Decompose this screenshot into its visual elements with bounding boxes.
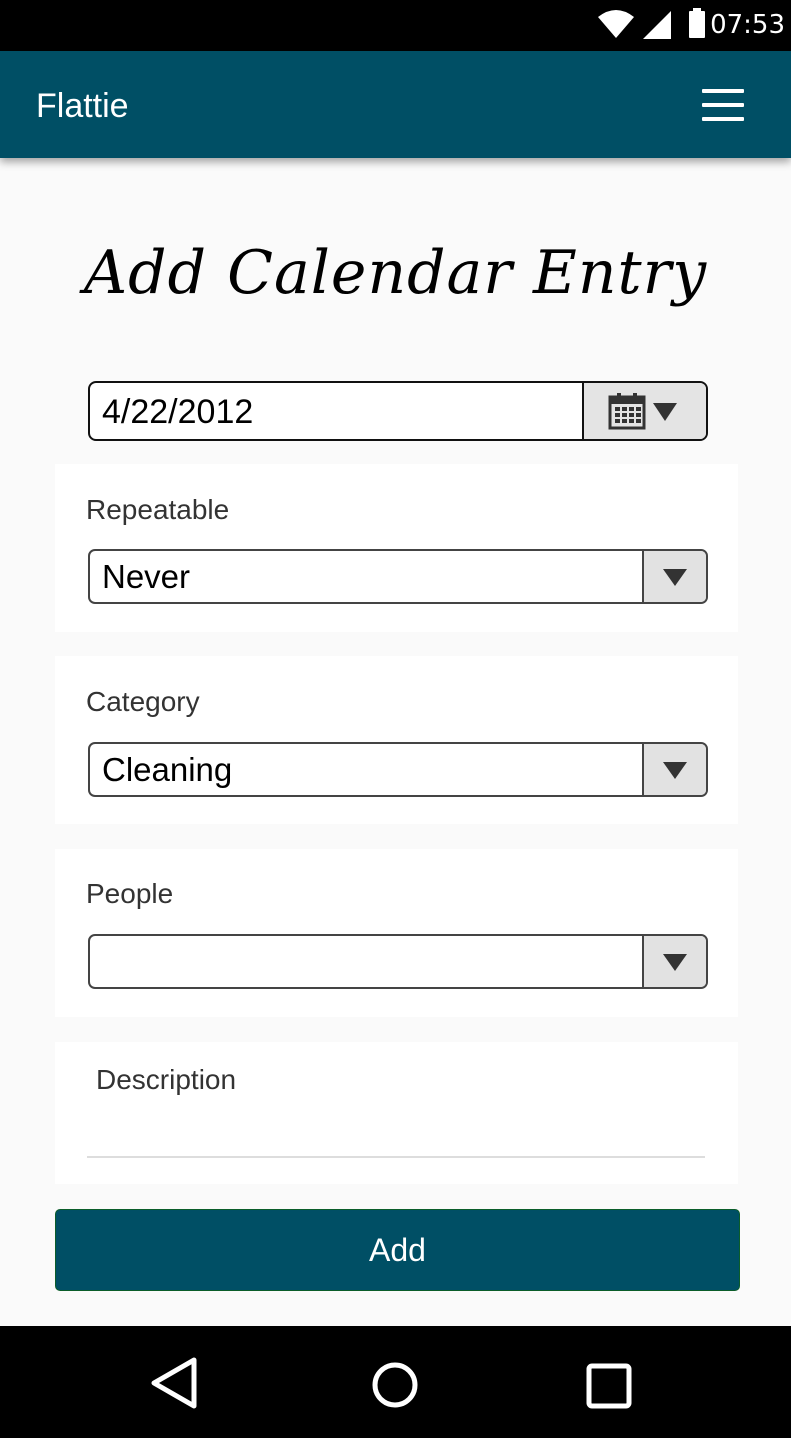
chevron-down-icon — [653, 403, 677, 421]
add-button[interactable]: Add — [55, 1209, 740, 1291]
page-title: Add Calendar Entry — [83, 238, 708, 308]
home-icon[interactable] — [371, 1361, 419, 1409]
people-select[interactable] — [88, 934, 708, 989]
status-bar: 07:53 — [0, 0, 791, 51]
description-input[interactable]: Description — [96, 1064, 236, 1096]
repeatable-label: Repeatable — [86, 494, 230, 525]
people-card: People — [55, 849, 738, 1017]
app-bar: Flattie — [0, 51, 791, 158]
status-time: 07:53 — [710, 10, 785, 40]
category-select[interactable]: Cleaning — [88, 742, 708, 797]
description-card: Description — [55, 1042, 738, 1184]
chevron-down-icon — [642, 744, 706, 795]
category-value: Cleaning — [102, 751, 233, 788]
description-underline — [87, 1156, 705, 1158]
date-value[interactable]: 4/22/2012 — [102, 393, 253, 432]
category-label: Category — [86, 686, 200, 717]
repeatable-value: Never — [102, 558, 191, 595]
repeatable-card: Repeatable Never — [55, 464, 738, 632]
repeatable-select[interactable]: Never — [88, 549, 708, 604]
chevron-down-icon — [642, 936, 706, 987]
chevron-down-icon — [642, 551, 706, 602]
date-field[interactable]: 4/22/2012 — [88, 381, 708, 441]
app-title: Flattie — [36, 87, 129, 125]
calendar-icon — [608, 393, 646, 430]
navigation-bar — [0, 1326, 791, 1438]
menu-icon[interactable] — [702, 89, 744, 123]
back-icon[interactable] — [150, 1357, 198, 1409]
people-label: People — [86, 878, 174, 909]
signal-icon — [643, 11, 671, 39]
recents-icon[interactable] — [586, 1363, 632, 1409]
battery-icon — [689, 8, 705, 38]
category-card: Category Cleaning — [55, 656, 738, 824]
date-picker-button[interactable] — [582, 383, 706, 439]
wifi-icon — [598, 10, 634, 38]
